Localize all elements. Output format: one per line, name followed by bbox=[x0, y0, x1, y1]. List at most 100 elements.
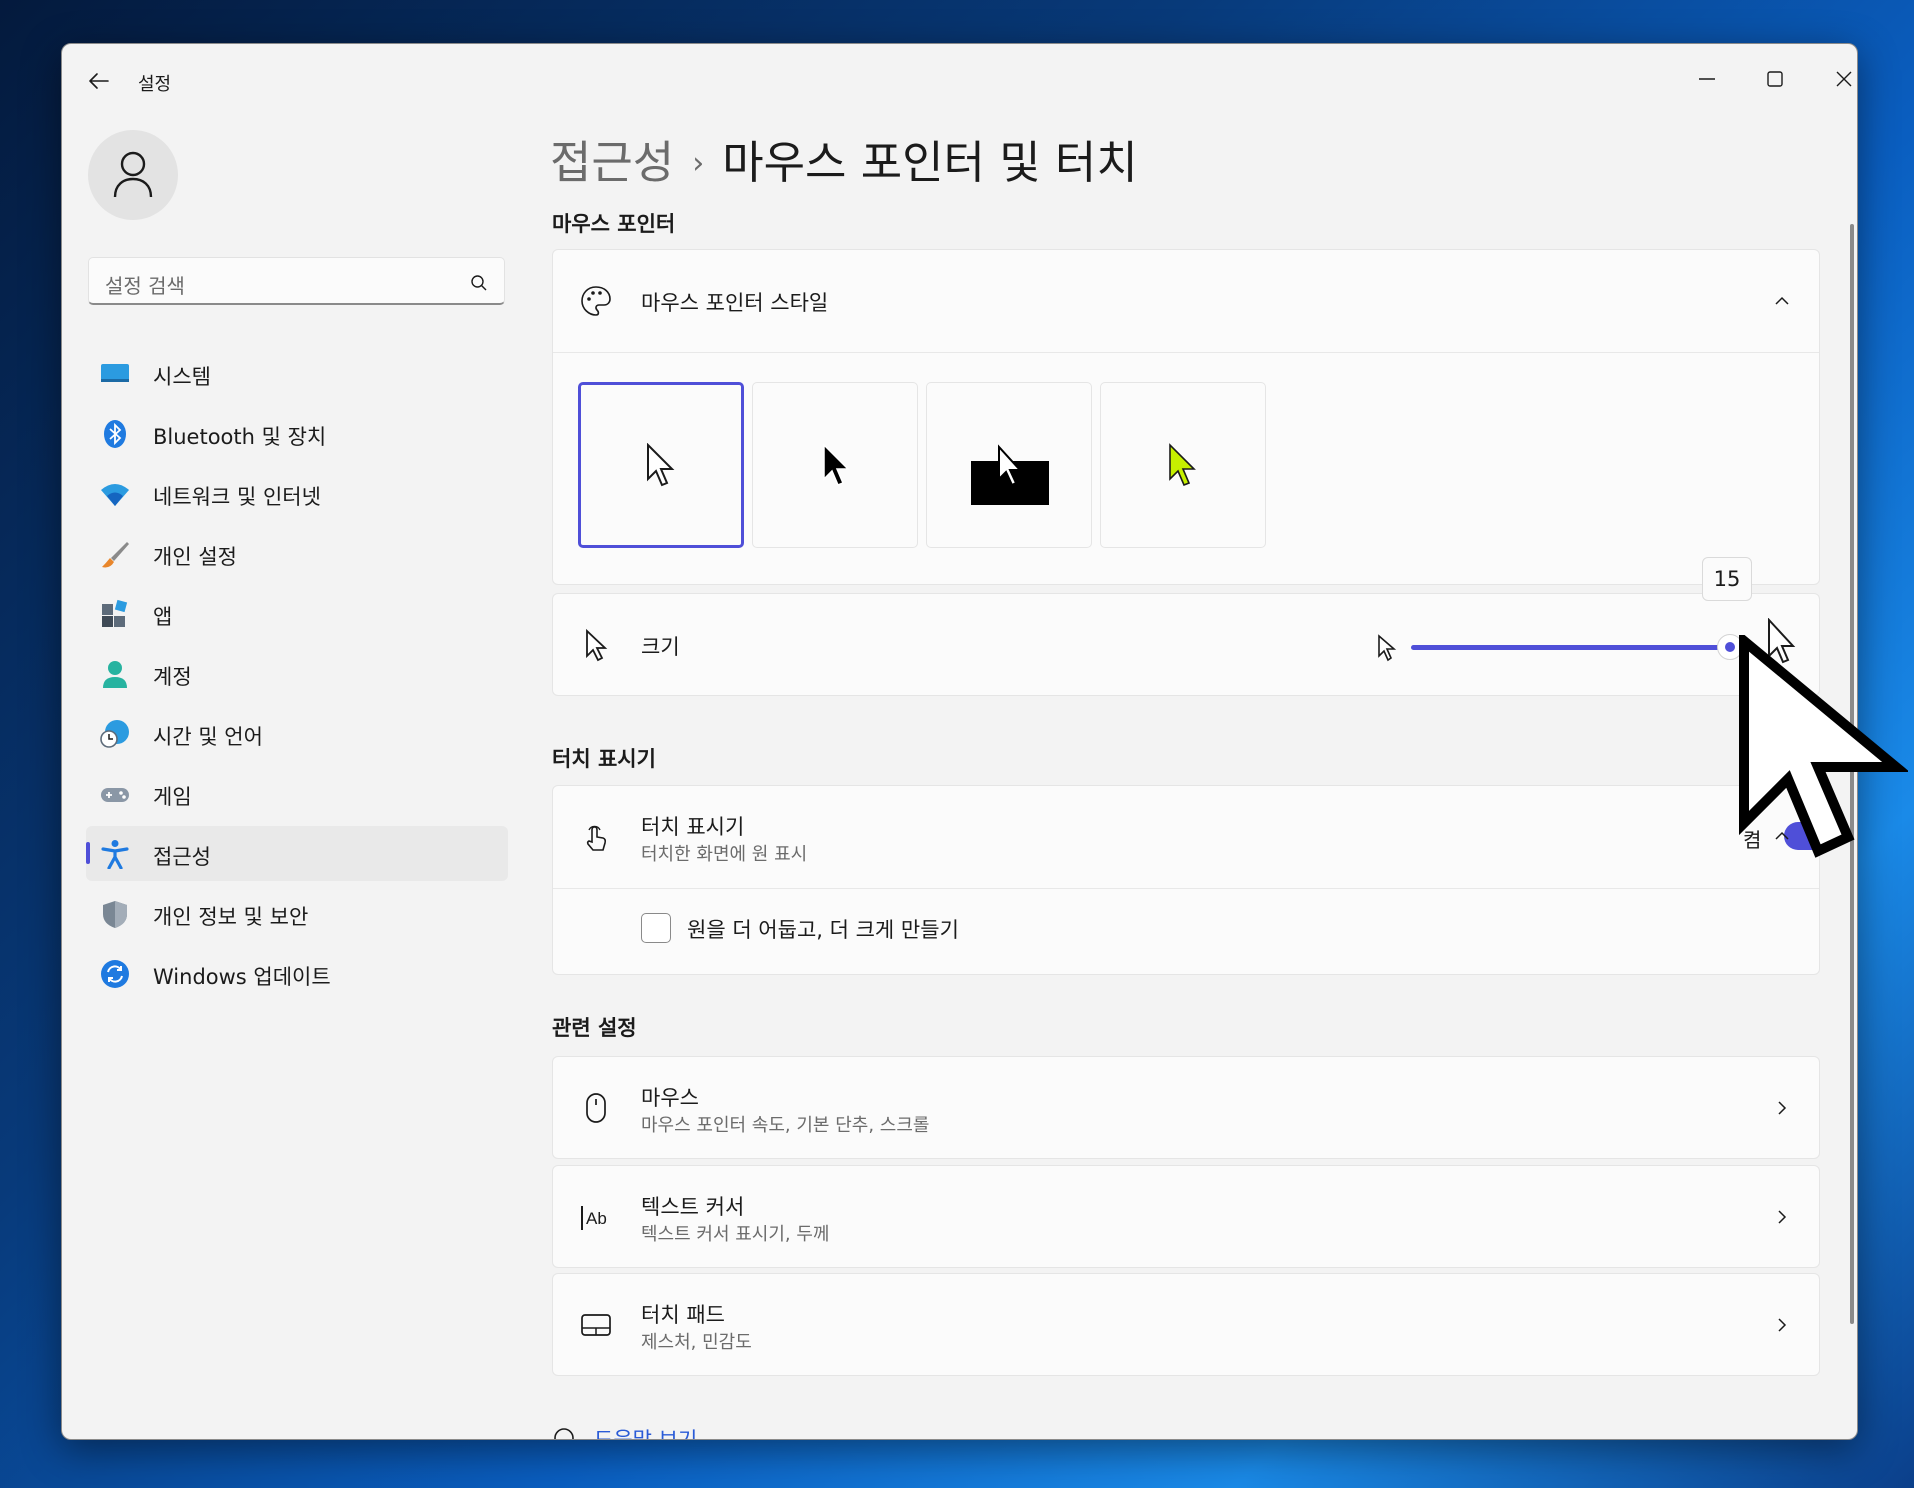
accessibility-icon bbox=[101, 840, 129, 869]
touch-indicator-card: 터치 표시기 터치한 화면에 원 표시 켬 원을 더 어둡고, 더 크게 만들기 bbox=[552, 785, 1838, 975]
pointer-size-slider-track[interactable] bbox=[1411, 645, 1727, 650]
maximize-button[interactable] bbox=[1752, 58, 1798, 98]
section-title-touch-indicator: 터치 표시기 bbox=[552, 747, 656, 771]
close-button[interactable] bbox=[1821, 58, 1857, 98]
sidebar-item-label: 네트워크 및 인터넷 bbox=[153, 485, 321, 509]
chevron-right-icon bbox=[1778, 1210, 1787, 1224]
white-cursor-icon bbox=[647, 443, 675, 487]
related-item-subtitle: 마우스 포인터 속도, 기본 단추, 스크롤 bbox=[641, 1115, 930, 1136]
related-item-title: 마우스 bbox=[641, 1086, 699, 1110]
back-button[interactable] bbox=[84, 66, 114, 96]
sidebar-item-label: 접근성 bbox=[153, 845, 211, 869]
sidebar-item-label: 개인 설정 bbox=[153, 545, 237, 569]
related-item-subtitle: 제스처, 민감도 bbox=[641, 1332, 752, 1353]
divider bbox=[553, 352, 1819, 353]
active-indicator bbox=[86, 842, 90, 864]
sidebar-item-accessibility[interactable]: 접근성 bbox=[86, 826, 508, 881]
chevron-right-icon bbox=[1778, 1318, 1787, 1332]
touch-indicator-subtitle: 터치한 화면에 원 표시 bbox=[641, 844, 808, 865]
help-icon bbox=[554, 1428, 574, 1439]
sidebar-item-bluetooth[interactable]: Bluetooth 및 장치 bbox=[86, 406, 508, 461]
search-box[interactable]: 설정 검색 bbox=[88, 257, 505, 305]
title-bar: 설정 bbox=[62, 44, 1857, 114]
user-avatar[interactable] bbox=[88, 130, 178, 220]
inverted-cursor-icon bbox=[971, 444, 1049, 505]
darker-circle-option[interactable]: 원을 더 어둡고, 더 크게 만들기 bbox=[553, 889, 1819, 975]
breadcrumb: 접근성 › 마우스 포인터 및 터치 bbox=[550, 126, 1138, 191]
person-icon bbox=[103, 661, 127, 688]
pointer-style-title: 마우스 포인터 스타일 bbox=[641, 291, 829, 315]
sidebar-item-privacy[interactable]: 개인 정보 및 보안 bbox=[86, 886, 508, 941]
pointer-icon bbox=[586, 628, 608, 662]
sidebar-item-network[interactable]: 네트워크 및 인터넷 bbox=[86, 466, 508, 521]
sidebar-item-time-language[interactable]: 시간 및 언어 bbox=[86, 706, 508, 761]
apps-icon bbox=[102, 599, 128, 627]
text-cursor-icon: Ab bbox=[581, 1206, 607, 1230]
back-arrow-icon bbox=[89, 73, 109, 89]
sidebar-item-label: Windows 업데이트 bbox=[153, 965, 331, 989]
sidebar-item-windows-update[interactable]: Windows 업데이트 bbox=[86, 946, 508, 1001]
pointer-size-card: 크기 bbox=[552, 593, 1820, 696]
person-outline-icon bbox=[113, 151, 153, 198]
related-item-subtitle: 텍스트 커서 표시기, 두께 bbox=[641, 1224, 830, 1245]
enlarged-mouse-pointer-icon bbox=[1739, 635, 1908, 858]
close-icon bbox=[1836, 71, 1852, 87]
chevron-up-icon[interactable] bbox=[1773, 292, 1791, 310]
shield-icon bbox=[103, 901, 127, 928]
related-item-title: 텍스트 커서 bbox=[641, 1195, 745, 1219]
sidebar-item-accounts[interactable]: 계정 bbox=[86, 646, 508, 701]
gamepad-icon bbox=[101, 788, 129, 802]
sidebar-nav: 시스템 Bluetooth 및 장치 네트워크 및 인터넷 개인 설정 앱 계정… bbox=[86, 346, 508, 1006]
breadcrumb-parent[interactable]: 접근성 bbox=[550, 136, 674, 189]
minimize-button[interactable] bbox=[1684, 58, 1730, 98]
section-title-related: 관련 설정 bbox=[552, 1016, 637, 1040]
sidebar-item-apps[interactable]: 앱 bbox=[86, 586, 508, 641]
settings-window: 설정 설정 검색 시스템 Bluetooth 및 장치 네트워크 및 인터넷 개… bbox=[61, 43, 1858, 1440]
pointer-style-custom[interactable] bbox=[1100, 382, 1266, 548]
related-item-mouse[interactable]: 마우스 마우스 포인터 속도, 기본 단추, 스크롤 bbox=[552, 1056, 1820, 1159]
bluetooth-icon bbox=[104, 420, 126, 448]
update-icon bbox=[101, 960, 129, 988]
black-cursor-icon bbox=[823, 443, 850, 486]
touchpad-icon bbox=[581, 1314, 611, 1336]
related-item-text-cursor[interactable]: Ab 텍스트 커서 텍스트 커서 표시기, 두께 bbox=[552, 1165, 1820, 1268]
chevron-right-icon bbox=[1778, 1101, 1787, 1115]
touch-hand-icon bbox=[586, 825, 607, 851]
sidebar-item-personalization[interactable]: 개인 설정 bbox=[86, 526, 508, 581]
darker-circle-label: 원을 더 어둡고, 더 크게 만들기 bbox=[687, 918, 959, 942]
search-placeholder: 설정 검색 bbox=[105, 274, 185, 298]
pointer-size-title: 크기 bbox=[641, 635, 680, 659]
globe-clock-icon bbox=[100, 720, 129, 748]
help-link-row[interactable]: 도움말 보기 bbox=[552, 1424, 852, 1439]
lime-cursor-icon bbox=[1169, 443, 1196, 487]
page-title: 마우스 포인터 및 터치 bbox=[722, 136, 1138, 189]
sidebar-item-system[interactable]: 시스템 bbox=[86, 346, 508, 401]
sidebar-item-label: 시간 및 언어 bbox=[153, 725, 263, 749]
brush-icon bbox=[102, 542, 129, 568]
sidebar-item-label: 게임 bbox=[153, 785, 192, 809]
pointer-style-white[interactable] bbox=[578, 382, 744, 548]
pointer-style-inverted[interactable] bbox=[926, 382, 1092, 548]
help-link[interactable]: 도움말 보기 bbox=[594, 1424, 697, 1439]
sidebar-item-label: 앱 bbox=[153, 605, 173, 629]
related-item-title: 터치 패드 bbox=[641, 1303, 725, 1327]
minimize-icon bbox=[1699, 78, 1715, 80]
sidebar-item-label: 시스템 bbox=[153, 365, 211, 389]
small-pointer-icon bbox=[1378, 634, 1397, 662]
related-item-touchpad[interactable]: 터치 패드 제스처, 민감도 bbox=[552, 1273, 1820, 1376]
section-title-mouse-pointer: 마우스 포인터 bbox=[552, 212, 676, 236]
pointer-style-black[interactable] bbox=[752, 382, 918, 548]
search-icon bbox=[471, 275, 487, 291]
breadcrumb-separator: › bbox=[692, 146, 705, 181]
mouse-icon bbox=[586, 1093, 606, 1123]
palette-icon bbox=[581, 286, 611, 316]
app-title: 설정 bbox=[138, 74, 172, 95]
pointer-style-header[interactable]: 마우스 포인터 스타일 bbox=[553, 250, 1819, 352]
wifi-icon bbox=[101, 484, 129, 506]
sidebar-item-label: 계정 bbox=[153, 665, 192, 689]
slider-value-tooltip: 15 bbox=[1702, 557, 1752, 601]
svg-text:Ab: Ab bbox=[586, 1209, 607, 1228]
sidebar-item-gaming[interactable]: 게임 bbox=[86, 766, 508, 821]
sidebar-item-label: 개인 정보 및 보안 bbox=[153, 905, 309, 929]
darker-circle-checkbox[interactable] bbox=[641, 913, 671, 943]
